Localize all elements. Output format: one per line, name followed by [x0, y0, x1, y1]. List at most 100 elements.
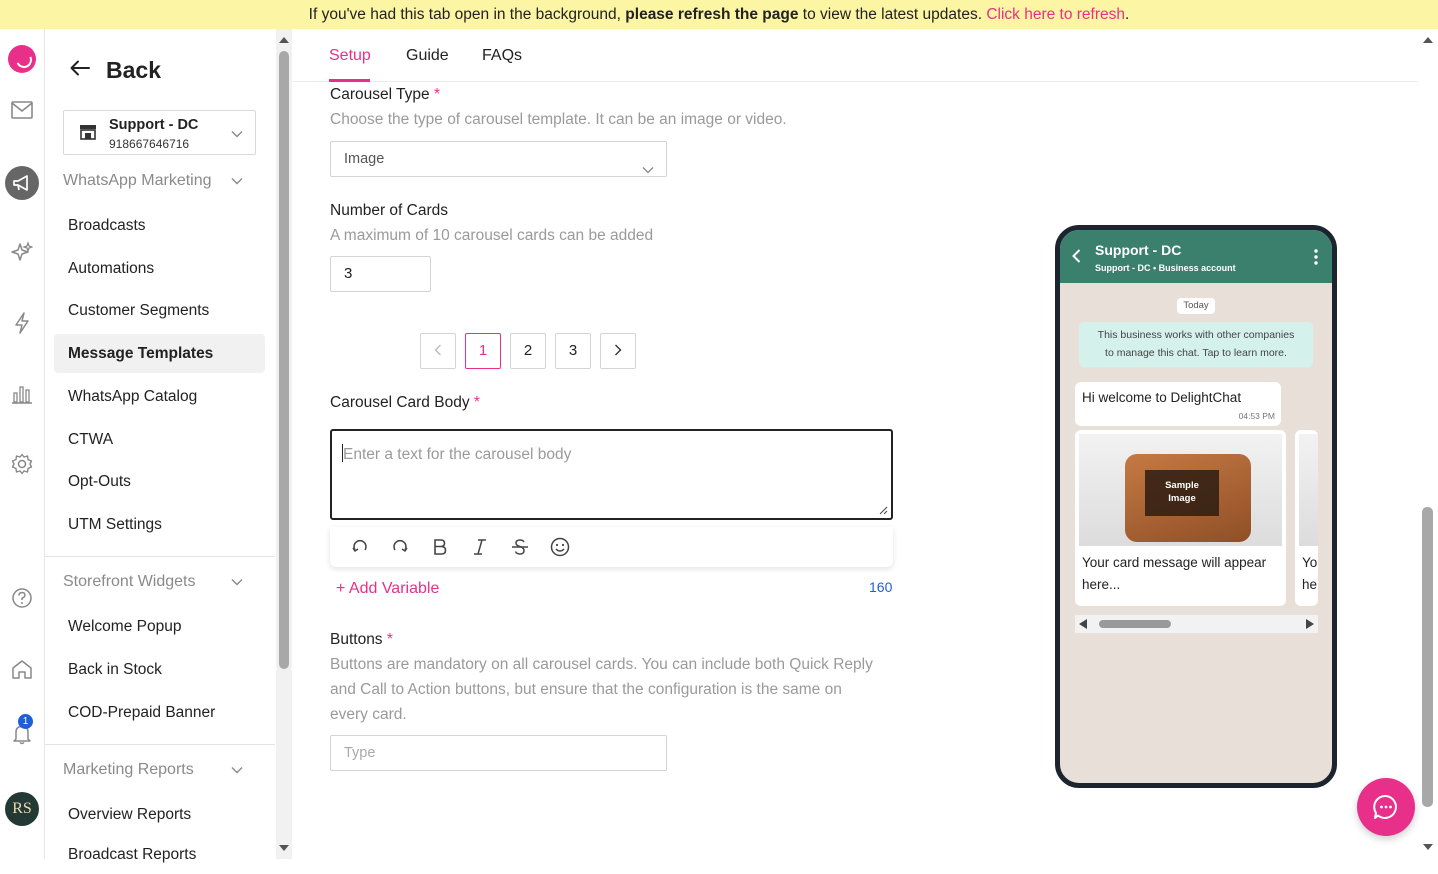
banner-bold-text: please refresh the page — [625, 6, 799, 23]
chevron-down-icon — [231, 579, 243, 586]
button-type-placeholder: Type — [344, 745, 376, 761]
sidebar-item-automations[interactable]: Automations — [54, 249, 265, 288]
sidebar-divider — [45, 744, 275, 745]
pagination-next[interactable] — [600, 333, 636, 369]
chat-contact-name: Support - DC — [1095, 242, 1182, 258]
chevron-down-icon — [231, 178, 243, 185]
date-chip: Today — [1177, 298, 1215, 314]
number-of-cards-input[interactable]: 3 — [330, 256, 431, 292]
bold-icon[interactable] — [420, 532, 460, 562]
sidebar-item-message-templates[interactable]: Message Templates — [54, 334, 265, 373]
resize-handle-icon[interactable] — [879, 506, 888, 515]
emoji-icon[interactable] — [540, 532, 580, 562]
sidebar-item-ctwa[interactable]: CTWA — [54, 420, 265, 459]
scrollbar-thumb[interactable] — [279, 51, 289, 669]
card-body-placeholder: Enter a text for the carousel body — [343, 446, 572, 463]
card-message: Yo he — [1302, 555, 1318, 592]
card-body-textarea[interactable]: Enter a text for the carousel body — [330, 429, 893, 520]
sidebar-item-back-in-stock[interactable]: Back in Stock — [54, 650, 265, 689]
number-of-cards-label: Number of Cards — [330, 202, 449, 219]
scroll-right-arrow[interactable] — [1306, 619, 1314, 629]
notification-badge: 1 — [18, 714, 33, 729]
italic-icon[interactable] — [460, 532, 500, 562]
scrollbar-thumb[interactable] — [1099, 620, 1171, 628]
bar-chart-icon[interactable] — [7, 379, 37, 409]
logo-icon[interactable] — [8, 45, 36, 73]
formatting-toolbar — [330, 527, 893, 567]
sidebar-item-utm-settings[interactable]: UTM Settings — [54, 505, 265, 544]
back-button[interactable]: Back — [70, 57, 161, 84]
tab-bar: Setup Guide FAQs — [293, 29, 1418, 82]
add-variable-button[interactable]: + Add Variable — [336, 580, 439, 598]
refresh-link[interactable]: Click here to refresh — [986, 6, 1125, 23]
sidebar-item-overview-reports[interactable]: Overview Reports — [54, 795, 265, 834]
account-number: 918667646716 — [109, 137, 190, 151]
carousel-card: Sample Image Your card message will appe… — [1075, 430, 1286, 606]
mail-icon[interactable] — [7, 95, 37, 125]
tab-faqs[interactable]: FAQs — [482, 47, 522, 65]
redo-icon[interactable] — [380, 532, 420, 562]
section-marketing-reports[interactable]: Marketing Reports — [63, 761, 243, 779]
sidebar-item-customer-segments[interactable]: Customer Segments — [54, 291, 265, 330]
chevron-left-icon — [434, 344, 441, 356]
carousel-type-select[interactable]: Image — [330, 141, 667, 177]
sidebar-item-broadcasts[interactable]: Broadcasts — [54, 206, 265, 245]
store-icon — [79, 124, 97, 145]
strikethrough-icon[interactable] — [500, 532, 540, 562]
sidebar-scrollbar[interactable] — [276, 29, 292, 859]
chat-header: Support - DC Support - DC • Business acc… — [1060, 230, 1332, 283]
scrollbar-thumb[interactable] — [1422, 507, 1433, 807]
scroll-left-arrow[interactable] — [1079, 619, 1087, 629]
sidebar-item-cod-prepaid-banner[interactable]: COD-Prepaid Banner — [54, 693, 265, 732]
section-whatsapp-marketing[interactable]: WhatsApp Marketing — [63, 172, 243, 190]
home-icon[interactable] — [7, 654, 37, 684]
arrow-left-icon — [70, 60, 90, 81]
sidebar-item-opt-outs[interactable]: Opt-Outs — [54, 462, 265, 501]
gear-icon[interactable] — [7, 449, 37, 479]
message-text: Hi welcome to DelightChat — [1082, 390, 1242, 405]
account-selector[interactable]: Support - DC 918667646716 — [63, 110, 256, 155]
card-image — [1299, 434, 1318, 546]
character-count: 160 — [869, 579, 893, 595]
pagination-prev[interactable] — [420, 333, 456, 369]
sidebar-item-whatsapp-catalog[interactable]: WhatsApp Catalog — [54, 377, 265, 416]
sidebar-item-welcome-popup[interactable]: Welcome Popup — [54, 607, 265, 646]
button-type-select[interactable]: Type — [330, 735, 667, 771]
back-label: Back — [106, 57, 161, 83]
section-storefront-widgets[interactable]: Storefront Widgets — [63, 573, 243, 591]
tab-setup[interactable]: Setup — [329, 47, 371, 65]
buttons-label: Buttons * — [330, 631, 393, 648]
scroll-up-arrow[interactable] — [279, 37, 289, 43]
pagination-page-2[interactable]: 2 — [510, 333, 546, 369]
lightning-icon[interactable] — [7, 308, 37, 338]
scroll-down-arrow[interactable] — [1423, 844, 1433, 850]
account-name: Support - DC — [109, 117, 199, 133]
whatsapp-preview: Support - DC Support - DC • Business acc… — [1055, 225, 1337, 788]
chat-contact-subtitle: Support - DC • Business account — [1095, 263, 1236, 273]
sidebar-divider — [45, 556, 275, 557]
more-vertical-icon — [1314, 249, 1318, 270]
scroll-up-arrow[interactable] — [1423, 37, 1433, 43]
main-scrollbar[interactable] — [1418, 29, 1438, 859]
banner-period: . — [1125, 6, 1130, 23]
carousel-scrollbar[interactable] — [1075, 615, 1318, 633]
undo-icon[interactable] — [340, 532, 380, 562]
sidebar-item-broadcast-reports[interactable]: Broadcast Reports — [54, 835, 265, 874]
chat-support-button[interactable] — [1357, 778, 1415, 836]
section-title: WhatsApp Marketing — [63, 172, 212, 189]
section-title: Storefront Widgets — [63, 573, 196, 590]
megaphone-icon[interactable] — [5, 166, 39, 200]
tab-guide[interactable]: Guide — [406, 47, 449, 65]
chevron-down-icon — [231, 125, 243, 143]
sidebar: Back Support - DC 918667646716 WhatsApp … — [45, 29, 275, 863]
scroll-down-arrow[interactable] — [279, 845, 289, 851]
buttons-help: Buttons are mandatory on all carousel ca… — [330, 656, 873, 723]
sparkles-icon[interactable] — [7, 237, 37, 267]
help-icon[interactable] — [7, 583, 37, 613]
message-time: 04:53 PM — [1238, 411, 1275, 421]
avatar[interactable]: RS — [5, 792, 39, 826]
carousel-type-value: Image — [344, 151, 385, 167]
chat-bubble-icon — [1373, 794, 1397, 819]
pagination-page-1[interactable]: 1 — [465, 333, 501, 369]
pagination-page-3[interactable]: 3 — [555, 333, 591, 369]
